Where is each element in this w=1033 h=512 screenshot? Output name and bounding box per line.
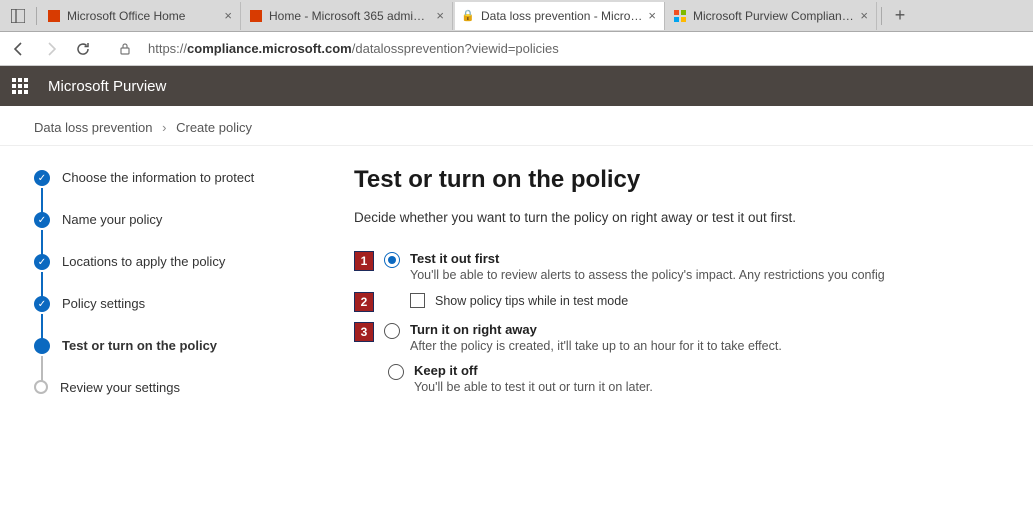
divider <box>881 7 882 25</box>
chevron-right-icon: › <box>162 120 166 135</box>
callout-1: 1 <box>354 251 374 271</box>
wizard-step[interactable]: ✓ Name your policy <box>34 212 294 254</box>
pending-step-icon <box>34 380 48 394</box>
checkbox-show-tips[interactable] <box>410 293 425 308</box>
browser-tab[interactable]: Home - Microsoft 365 admin cen × <box>243 2 453 30</box>
option-desc: You'll be able to test it out or turn it… <box>414 380 653 394</box>
wizard-step-label: Locations to apply the policy <box>62 254 225 269</box>
browser-tab[interactable]: 🔒 Data loss prevention - Microsoft × <box>455 2 665 30</box>
favicon-office-icon <box>249 9 263 23</box>
url-host: compliance.microsoft.com <box>187 41 352 56</box>
favicon-office-icon <box>47 9 61 23</box>
step-connector <box>41 230 43 256</box>
wizard-step-label: Name your policy <box>62 212 162 227</box>
page-title: Test or turn on the policy <box>354 166 999 194</box>
radio-turn-on[interactable] <box>384 323 400 339</box>
check-icon: ✓ <box>34 254 50 270</box>
check-icon: ✓ <box>34 170 50 186</box>
wizard-step-label: Test or turn on the policy <box>62 338 217 353</box>
option-test-sub: 2 Show policy tips while in test mode <box>354 292 999 312</box>
main-panel: Test or turn on the policy Decide whethe… <box>354 166 999 404</box>
close-icon[interactable]: × <box>224 8 232 23</box>
option-keep-off: Keep it off You'll be able to test it ou… <box>354 363 999 394</box>
step-connector <box>41 272 43 298</box>
browser-tab[interactable]: Microsoft Office Home × <box>41 2 241 30</box>
callout-2: 2 <box>354 292 374 312</box>
wizard-step-label: Policy settings <box>62 296 145 311</box>
favicon-microsoft-icon <box>673 9 687 23</box>
tab-label: Microsoft Office Home <box>67 9 218 23</box>
current-step-icon <box>34 338 50 354</box>
forward-button <box>42 41 60 57</box>
close-icon[interactable]: × <box>648 8 656 23</box>
option-title: Keep it off <box>414 363 653 378</box>
checkbox-label: Show policy tips while in test mode <box>435 294 628 308</box>
radio-test-first[interactable] <box>384 252 400 268</box>
page-lead: Decide whether you want to turn the poli… <box>354 210 999 225</box>
tab-label: Data loss prevention - Microsoft <box>481 9 642 23</box>
step-connector <box>41 314 43 340</box>
back-button[interactable] <box>10 41 28 57</box>
close-icon[interactable]: × <box>436 8 444 23</box>
close-icon[interactable]: × <box>860 8 868 23</box>
wizard-step[interactable]: Review your settings <box>34 380 294 395</box>
refresh-button[interactable] <box>74 41 92 57</box>
wizard-step-label: Choose the information to protect <box>62 170 254 185</box>
option-turn-on: 3 Turn it on right away After the policy… <box>354 322 999 353</box>
url-text[interactable]: https://compliance.microsoft.com/datalos… <box>148 41 559 56</box>
new-tab-button[interactable]: + <box>886 4 914 28</box>
brand-title: Microsoft Purview <box>48 78 166 95</box>
option-title: Turn it on right away <box>410 322 782 337</box>
option-desc: After the policy is created, it'll take … <box>410 339 782 353</box>
brand-bar: Microsoft Purview <box>0 66 1033 106</box>
check-icon: ✓ <box>34 296 50 312</box>
app-launcher-icon[interactable] <box>12 78 30 94</box>
step-connector <box>41 188 43 214</box>
wizard-step[interactable]: ✓ Choose the information to protect <box>34 170 294 212</box>
favicon-lock-icon: 🔒 <box>461 9 475 23</box>
tab-label: Home - Microsoft 365 admin cen <box>269 9 430 23</box>
radio-keep-off[interactable] <box>388 364 404 380</box>
wizard-step[interactable]: Test or turn on the policy <box>34 338 294 380</box>
step-connector <box>41 356 43 382</box>
option-title: Test it out first <box>410 251 885 266</box>
tab-overview-button[interactable] <box>4 4 32 28</box>
wizard-step[interactable]: ✓ Policy settings <box>34 296 294 338</box>
divider <box>36 7 37 25</box>
content-area: ✓ Choose the information to protect ✓ Na… <box>0 146 1033 424</box>
url-path: /datalossprevention?viewid=policies <box>352 41 559 56</box>
site-lock-icon[interactable] <box>116 42 134 56</box>
callout-3: 3 <box>354 322 374 342</box>
wizard-step[interactable]: ✓ Locations to apply the policy <box>34 254 294 296</box>
wizard-steps: ✓ Choose the information to protect ✓ Na… <box>34 166 294 404</box>
breadcrumb-leaf: Create policy <box>176 120 252 135</box>
address-bar: https://compliance.microsoft.com/datalos… <box>0 32 1033 66</box>
wizard-step-label: Review your settings <box>60 380 180 395</box>
browser-tab[interactable]: Microsoft Purview Compliance M × <box>667 2 877 30</box>
breadcrumb-root[interactable]: Data loss prevention <box>34 120 153 135</box>
check-icon: ✓ <box>34 212 50 228</box>
tab-label: Microsoft Purview Compliance M <box>693 9 854 23</box>
option-test: 1 Test it out first You'll be able to re… <box>354 251 999 282</box>
browser-tab-strip: Microsoft Office Home × Home - Microsoft… <box>0 0 1033 32</box>
breadcrumb: Data loss prevention › Create policy <box>0 106 1033 146</box>
option-desc: You'll be able to review alerts to asses… <box>410 268 885 282</box>
